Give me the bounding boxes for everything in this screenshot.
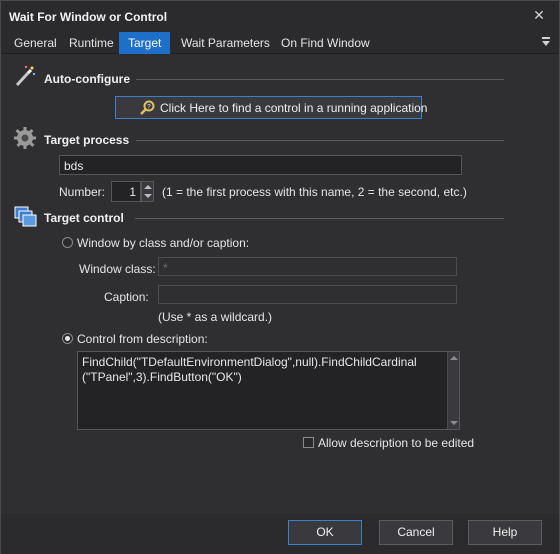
spinner-down-icon[interactable] [144, 194, 152, 198]
magic-wand-icon [15, 65, 36, 87]
number-hint: (1 = the first process with this name, 2… [162, 185, 467, 199]
dialog-footer: OK Cancel Help [1, 514, 559, 554]
spinner-up-icon[interactable] [144, 185, 152, 189]
window-class-label: Window class: [79, 262, 156, 276]
radio-control-from-description[interactable] [62, 333, 73, 344]
tab-bar: General Runtime Target Wait Parameters O… [1, 32, 559, 54]
target-control-heading: Target control [44, 211, 124, 225]
number-input[interactable]: 1 [111, 181, 141, 202]
target-control-divider [135, 218, 504, 219]
wildcard-hint: (Use * as a wildcard.) [158, 310, 273, 324]
window-title: Wait For Window or Control [9, 10, 168, 24]
tab-wait-parameters[interactable]: Wait Parameters [172, 32, 279, 54]
tab-target[interactable]: Target [119, 32, 171, 54]
dialog-window: Wait For Window or Control ✕ General Run… [0, 0, 560, 554]
tab-runtime[interactable]: Runtime [60, 32, 123, 54]
caption-label: Caption: [104, 290, 149, 304]
help-button[interactable]: Help [468, 520, 542, 545]
target-tab-panel: Auto-configure ? Click Here to find a co… [1, 54, 559, 514]
scroll-down-icon[interactable] [450, 421, 458, 425]
cancel-button[interactable]: Cancel [379, 520, 453, 545]
gear-icon [14, 127, 36, 149]
ok-button[interactable]: OK [288, 520, 362, 545]
description-scrollbar[interactable] [447, 352, 459, 429]
window-class-input[interactable]: * [158, 257, 457, 276]
tab-on-find-window[interactable]: On Find Window [272, 32, 379, 54]
title-bar: Wait For Window or Control ✕ [1, 1, 559, 32]
description-textarea[interactable]: FindChild("TDefaultEnvironmentDialog",nu… [77, 351, 460, 430]
allow-edit-label: Allow description to be edited [318, 436, 475, 450]
radio-window-by-class-label: Window by class and/or caption: [77, 236, 250, 250]
find-control-button[interactable]: ? Click Here to find a control in a runn… [115, 96, 427, 119]
allow-edit-checkbox[interactable] [303, 437, 314, 448]
autoconfigure-heading: Auto-configure [44, 72, 130, 86]
autoconfigure-divider [136, 79, 504, 80]
target-process-divider [136, 140, 504, 141]
target-process-heading: Target process [44, 133, 130, 147]
radio-control-from-description-label: Control from description: [77, 332, 208, 346]
process-name-input[interactable]: bds [59, 155, 462, 175]
number-spinner[interactable] [141, 181, 154, 202]
radio-window-by-class[interactable] [62, 237, 73, 248]
tab-general[interactable]: General [5, 32, 66, 54]
close-icon[interactable]: ✕ [531, 7, 547, 23]
windows-stack-icon [14, 206, 37, 227]
find-control-button-label: Click Here to find a control in a runnin… [160, 101, 428, 115]
caption-input[interactable] [158, 285, 457, 304]
find-control-icon: ? [140, 100, 155, 115]
scroll-up-icon[interactable] [450, 356, 458, 360]
number-label: Number: [59, 185, 106, 199]
tab-overflow-icon[interactable] [541, 36, 551, 48]
